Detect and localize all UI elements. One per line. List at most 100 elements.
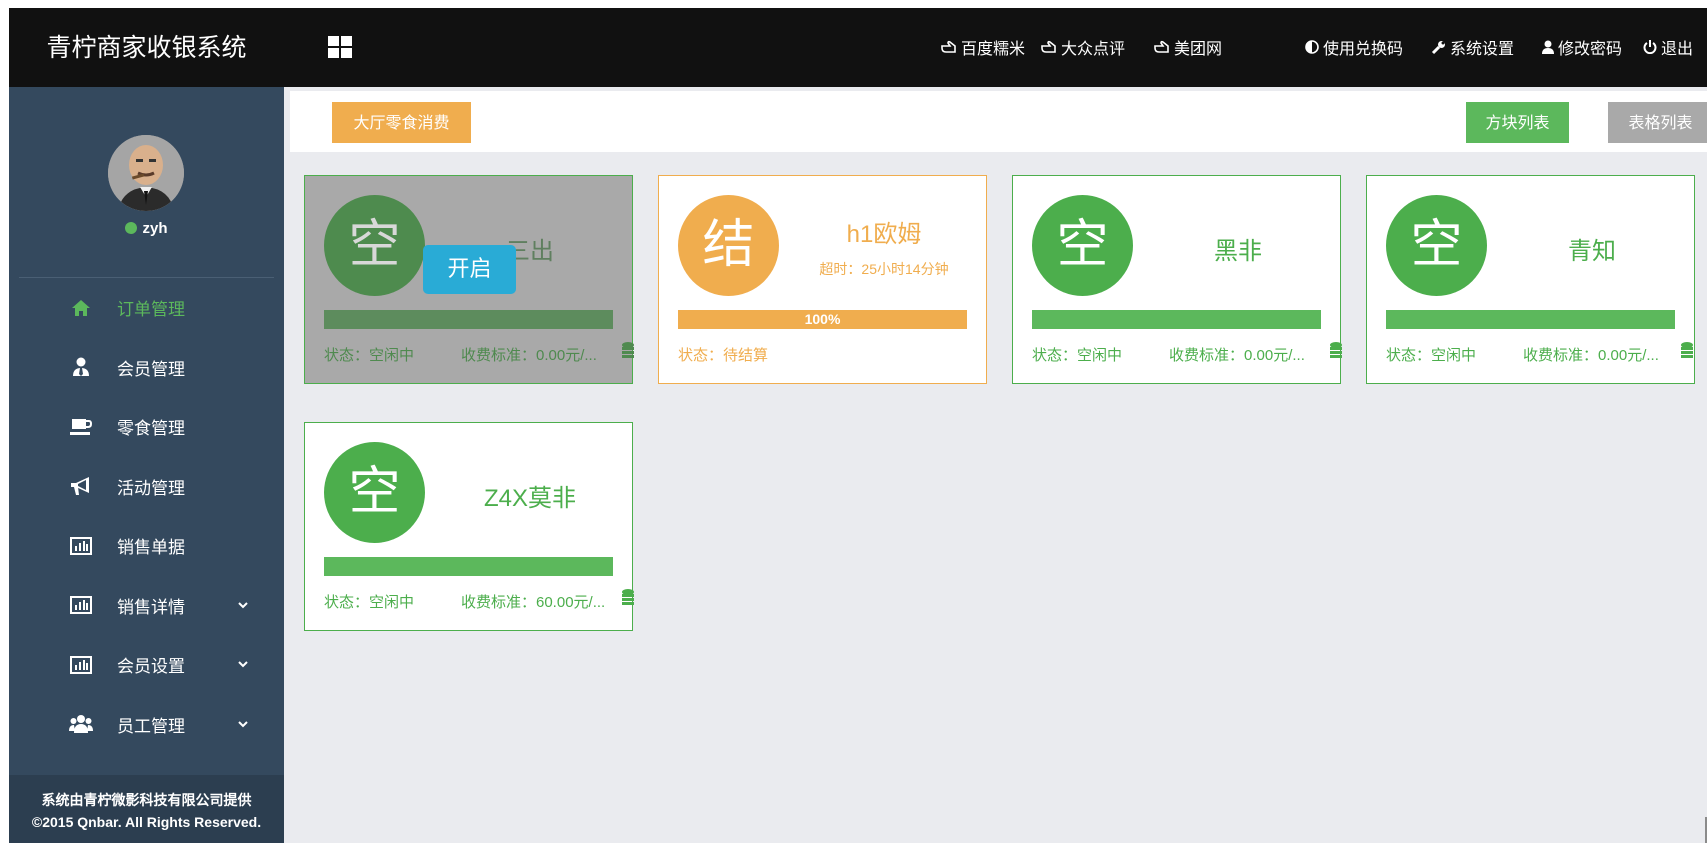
footer-provider: 系统由青柠微影科技有限公司提供 bbox=[41, 792, 252, 808]
room-card[interactable]: 空 Z4X莫非 状态：空闲中 收费标准：60.00元/... bbox=[304, 422, 634, 631]
toolbar: 大厅零食消费 方块列表 表格列表 bbox=[284, 87, 1707, 152]
link-dianping[interactable]: 大众点评 bbox=[1041, 35, 1125, 59]
footer-copyright: ©2015 Qnbar. All Rights Reserved. bbox=[31, 814, 262, 830]
sidebar-item-label: 活动管理 bbox=[117, 478, 185, 498]
room-progress-bar: 100% bbox=[678, 310, 967, 329]
chevron-down-icon[interactable] bbox=[238, 719, 248, 729]
room-card[interactable]: 空 青知 状态：空闲中 收费标准：0.00元/... bbox=[1366, 175, 1695, 384]
sidebar: 青柠商家收银系统 zyh 订单管理 会员管理 零食管理 活动管理 销售单据 销售… bbox=[9, 8, 284, 843]
room-status: 状态：空闲中 bbox=[324, 594, 415, 611]
link-redeem-code[interactable]: 使用兑换码 bbox=[1305, 35, 1403, 59]
avatar[interactable] bbox=[108, 135, 184, 211]
sidebar-item-label: 销售详情 bbox=[117, 597, 185, 617]
user-icon bbox=[1542, 40, 1554, 54]
table-list-button[interactable]: 表格列表 bbox=[1608, 102, 1707, 143]
room-progress-bar bbox=[324, 310, 613, 329]
room-state-circle: 空 bbox=[324, 442, 425, 543]
sidebar-nav: 订单管理 会员管理 零食管理 活动管理 销售单据 销售详情 会员设置 员工管理 bbox=[9, 278, 284, 754]
bar-chart-icon bbox=[64, 536, 98, 555]
room-name: 黑非 bbox=[1214, 238, 1262, 265]
adjust-icon bbox=[1305, 40, 1319, 54]
room-fee: 收费标准：0.00元/... bbox=[1169, 347, 1305, 364]
bullhorn-icon bbox=[64, 476, 98, 496]
open-room-button[interactable]: 开启 bbox=[423, 245, 516, 294]
hand-pointer-icon bbox=[1041, 40, 1057, 54]
user-status: zyh bbox=[9, 220, 284, 237]
coffee-icon bbox=[64, 418, 98, 436]
sidebar-item-label: 会员管理 bbox=[117, 359, 185, 379]
room-card[interactable]: 空 黑非 状态：空闲中 收费标准：0.00元/... bbox=[1012, 175, 1342, 384]
link-label: 百度糯米 bbox=[961, 41, 1026, 58]
database-icon bbox=[622, 342, 634, 365]
room-state-circle: 空 bbox=[1032, 195, 1133, 296]
top-navbar: 百度糯米 大众点评 美团网 使用兑换码 系统设置 修改密码 退出 bbox=[284, 8, 1707, 87]
user-tie-icon bbox=[64, 357, 98, 377]
users-icon bbox=[64, 714, 98, 734]
wrench-icon bbox=[1431, 40, 1446, 55]
sidebar-item-snacks[interactable]: 零食管理 bbox=[9, 397, 284, 457]
app-window: 青柠商家收银系统 zyh 订单管理 会员管理 零食管理 活动管理 销售单据 销售… bbox=[9, 8, 1707, 843]
sidebar-item-label: 销售单据 bbox=[117, 538, 185, 558]
room-status: 状态：空闲中 bbox=[1032, 347, 1123, 364]
link-label: 使用兑换码 bbox=[1323, 41, 1404, 58]
block-list-button[interactable]: 方块列表 bbox=[1466, 102, 1569, 143]
grid-toggle-icon[interactable] bbox=[328, 36, 352, 63]
room-state-circle: 空 bbox=[1386, 195, 1487, 296]
link-label: 美团网 bbox=[1174, 41, 1223, 58]
sidebar-item-members[interactable]: 会员管理 bbox=[9, 338, 284, 398]
room-status: 状态：空闲中 bbox=[1386, 347, 1477, 364]
database-icon bbox=[1681, 342, 1693, 365]
room-fee: 收费标准：60.00元/... bbox=[461, 594, 606, 611]
bar-chart-icon bbox=[64, 596, 98, 615]
bar-chart-icon bbox=[64, 655, 98, 674]
sidebar-item-label: 会员设置 bbox=[117, 657, 185, 677]
room-status: 状态：待结算 bbox=[678, 347, 769, 364]
link-label: 修改密码 bbox=[1558, 41, 1623, 58]
sidebar-item-label: 员工管理 bbox=[117, 716, 185, 736]
hall-snack-button[interactable]: 大厅零食消费 bbox=[332, 102, 471, 143]
app-title: 青柠商家收银系统 bbox=[9, 8, 284, 87]
sidebar-item-sales-receipts[interactable]: 销售单据 bbox=[9, 516, 284, 576]
username: zyh bbox=[142, 220, 168, 237]
link-logout[interactable]: 退出 bbox=[1643, 35, 1693, 59]
link-baidu-nuomi[interactable]: 百度糯米 bbox=[941, 35, 1025, 59]
room-fee: 收费标准：0.00元/... bbox=[461, 347, 597, 364]
sidebar-item-activities[interactable]: 活动管理 bbox=[9, 457, 284, 517]
room-state-circle: 结 bbox=[678, 195, 779, 296]
room-card[interactable]: 空 三出 状态：空闲中 收费标准：0.00元/... 开启 bbox=[304, 175, 634, 384]
room-overtime: 超时：25小时14分钟 bbox=[819, 261, 949, 277]
sidebar-item-member-settings[interactable]: 会员设置 bbox=[9, 635, 284, 695]
link-label: 系统设置 bbox=[1450, 41, 1515, 58]
room-progress-bar bbox=[324, 557, 613, 576]
chevron-down-icon[interactable] bbox=[238, 659, 248, 669]
room-fee: 收费标准：0.00元/... bbox=[1523, 347, 1659, 364]
online-indicator bbox=[125, 222, 138, 234]
sidebar-item-label: 订单管理 bbox=[117, 300, 185, 320]
home-icon bbox=[64, 299, 98, 317]
hand-pointer-icon bbox=[1154, 40, 1170, 54]
room-progress-bar bbox=[1386, 310, 1675, 329]
room-name: h1欧姆 bbox=[846, 221, 922, 248]
room-state-circle: 空 bbox=[324, 195, 425, 296]
sidebar-item-sales-details[interactable]: 销售详情 bbox=[9, 576, 284, 636]
room-name: Z4X莫非 bbox=[483, 485, 576, 512]
sidebar-item-label: 零食管理 bbox=[117, 419, 185, 439]
sidebar-item-staff[interactable]: 员工管理 bbox=[9, 695, 284, 755]
sidebar-item-orders[interactable]: 订单管理 bbox=[9, 278, 284, 338]
room-card[interactable]: 结 h1欧姆 超时：25小时14分钟 100% 状态：待结算 bbox=[658, 175, 987, 384]
database-icon bbox=[622, 589, 634, 612]
link-system-settings[interactable]: 系统设置 bbox=[1431, 35, 1514, 59]
room-progress-bar bbox=[1032, 310, 1321, 329]
room-status: 状态：空闲中 bbox=[324, 347, 415, 364]
user-profile: zyh bbox=[9, 87, 284, 278]
link-meituan[interactable]: 美团网 bbox=[1154, 35, 1222, 59]
database-icon bbox=[1330, 342, 1342, 365]
link-label: 大众点评 bbox=[1061, 41, 1126, 58]
hand-pointer-icon bbox=[941, 40, 957, 54]
link-change-password[interactable]: 修改密码 bbox=[1542, 35, 1622, 59]
power-icon bbox=[1643, 40, 1657, 54]
link-label: 退出 bbox=[1661, 41, 1694, 58]
sidebar-footer: 系统由青柠微影科技有限公司提供 ©2015 Qnbar. All Rights … bbox=[9, 775, 284, 843]
chevron-down-icon[interactable] bbox=[238, 600, 248, 610]
room-name: 青知 bbox=[1568, 238, 1616, 265]
